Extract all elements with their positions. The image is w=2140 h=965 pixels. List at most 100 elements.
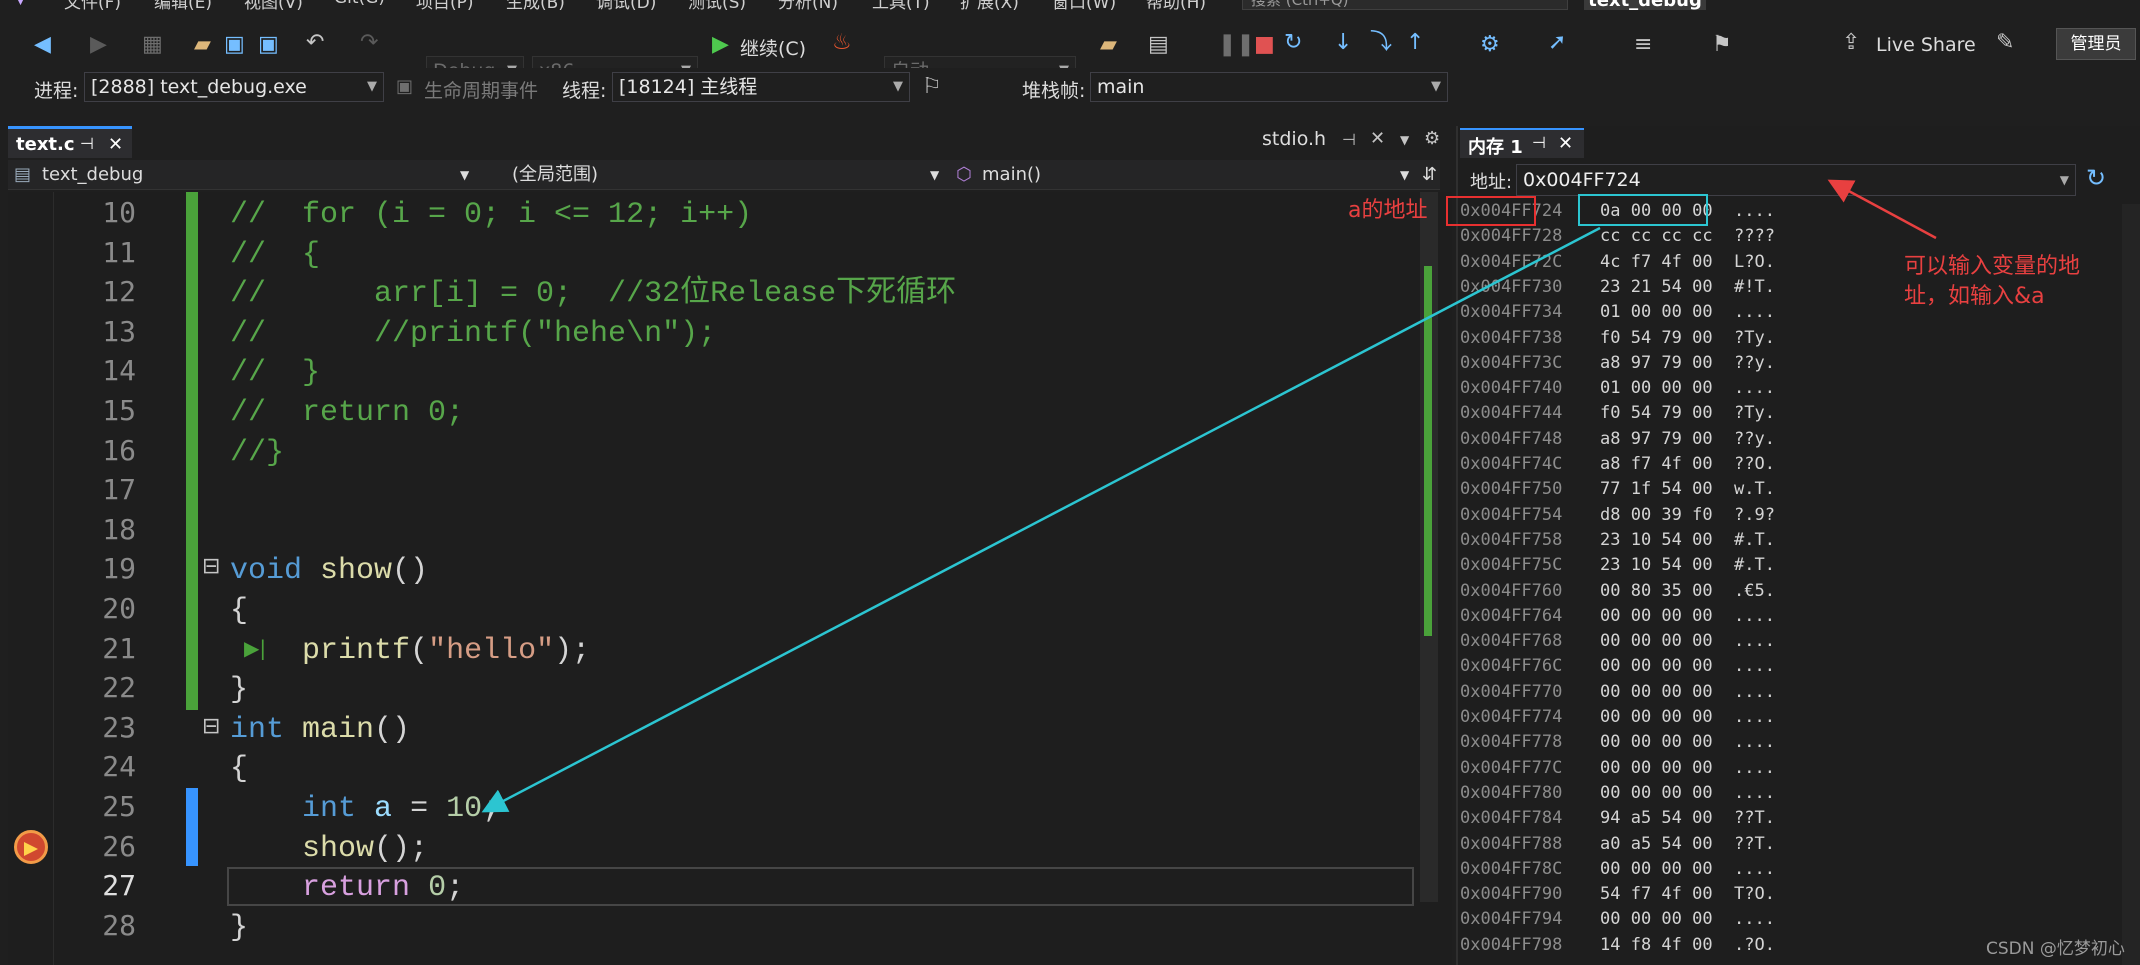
memory-hex[interactable]: 23 10 54 00 xyxy=(1600,528,1730,553)
memory-row[interactable]: 0x004FF76C 00 00 00 00.... xyxy=(1460,654,1775,679)
menu-item-file[interactable]: 文件(F) xyxy=(64,0,121,10)
chevron-down-icon[interactable]: ▼ xyxy=(1400,134,1409,146)
menu-item-edit[interactable]: 编辑(E) xyxy=(154,0,212,10)
menu-item-debug[interactable]: 调试(D) xyxy=(596,0,656,10)
continue-icon[interactable]: ▶ xyxy=(712,34,729,56)
memory-row[interactable]: 0x004FF778 00 00 00 00.... xyxy=(1460,730,1775,755)
chevron-down-icon[interactable]: ▼ xyxy=(2060,165,2069,195)
memory-row[interactable]: 0x004FF770 00 00 00 00.... xyxy=(1460,680,1775,705)
memory-row[interactable]: 0x004FF754 d8 00 39 f0 ?.9? xyxy=(1460,503,1775,528)
tab-memory-1[interactable]: 内存 1 ⊣ ✕ xyxy=(1460,128,1584,158)
memory-row[interactable]: 0x004FF780 00 00 00 00.... xyxy=(1460,781,1775,806)
lifecycle-events-button[interactable]: 生命周期事件 xyxy=(424,76,538,103)
live-share-button[interactable]: Live Share xyxy=(1876,34,1976,56)
memory-scrollbar[interactable] xyxy=(2122,204,2140,965)
memory-hex[interactable]: 00 00 00 00 xyxy=(1600,654,1730,679)
memory-hex[interactable]: a8 97 79 00 xyxy=(1600,351,1730,376)
pin-icon[interactable]: ⊣ xyxy=(1342,132,1356,148)
memory-hex[interactable]: a0 a5 54 00 xyxy=(1600,832,1730,857)
share-icon[interactable]: ⇪ xyxy=(1842,32,1860,54)
menu-item-build[interactable]: 生成(B) xyxy=(506,0,565,10)
memory-row[interactable]: 0x004FF734 01 00 00 00.... xyxy=(1460,300,1775,325)
open-folder-icon[interactable]: ▰ xyxy=(194,34,211,56)
address-input[interactable]: 0x004FF724 ▼ xyxy=(1516,164,2076,196)
memory-row[interactable]: 0x004FF78C 00 00 00 00.... xyxy=(1460,857,1775,882)
collapse-show-icon[interactable]: ⊟ xyxy=(202,556,220,578)
memory-hex[interactable]: 23 21 54 00 xyxy=(1600,275,1730,300)
nav-scope-select[interactable]: (全局范围) xyxy=(512,160,598,190)
memory-row[interactable]: 0x004FF764 00 00 00 00.... xyxy=(1460,604,1775,629)
memory-hex[interactable]: 00 00 00 00 xyxy=(1600,756,1730,781)
back-icon[interactable]: ◀ xyxy=(34,34,51,56)
hot-reload-icon[interactable]: ♨ xyxy=(832,32,852,54)
memory-hex[interactable]: cc cc cc cc xyxy=(1600,224,1730,249)
memory-hex[interactable]: 54 f7 4f 00 xyxy=(1600,882,1730,907)
memory-hex[interactable]: f0 54 79 00 xyxy=(1600,326,1730,351)
memory-row[interactable]: 0x004FF73C a8 97 79 00 ??y. xyxy=(1460,351,1775,376)
memory-row[interactable]: 0x004FF730 23 21 54 00 #!T. xyxy=(1460,275,1775,300)
new-project-icon[interactable]: ▦ xyxy=(142,34,163,56)
menu-item-view[interactable]: 视图(V) xyxy=(244,0,303,10)
chevron-down-icon[interactable]: ▼ xyxy=(460,160,469,190)
tab-text-c[interactable]: text.c ⊣ ✕ xyxy=(8,126,132,158)
refresh-icon[interactable]: ↻ xyxy=(2086,166,2106,190)
memory-hex[interactable]: f0 54 79 00 xyxy=(1600,401,1730,426)
memory-row[interactable]: 0x004FF794 00 00 00 00.... xyxy=(1460,907,1775,932)
close-icon[interactable]: ✕ xyxy=(108,134,123,155)
memory-row[interactable]: 0x004FF784 94 a5 54 00 ??T. xyxy=(1460,806,1775,831)
memory-row[interactable]: 0x004FF748 a8 97 79 00 ??y. xyxy=(1460,427,1775,452)
menu-item-tools[interactable]: 工具(T) xyxy=(872,0,930,10)
nav-project-select[interactable]: text_debug xyxy=(42,160,143,190)
memory-row[interactable]: 0x004FF72C 4c f7 4f 00 L?O. xyxy=(1460,250,1775,275)
undo-icon[interactable]: ↶ xyxy=(306,32,324,54)
layout-icon[interactable]: ▤ xyxy=(1148,34,1169,56)
step-into-icon[interactable]: ↓ xyxy=(1334,32,1352,54)
chevron-down-icon[interactable]: ▼ xyxy=(1400,160,1409,190)
stackframe-select[interactable]: main ▼ xyxy=(1090,72,1448,102)
memory-hex[interactable]: 00 00 00 00 xyxy=(1600,680,1730,705)
feedback-icon[interactable]: ✎ xyxy=(1996,32,2014,54)
redo-icon[interactable]: ↷ xyxy=(360,32,378,54)
memory-row[interactable]: 0x004FF774 00 00 00 00.... xyxy=(1460,705,1775,730)
memory-row[interactable]: 0x004FF74C a8 f7 4f 00 ??O. xyxy=(1460,452,1775,477)
nav-function-select[interactable]: main() xyxy=(982,160,1041,190)
memory-row[interactable]: 0x004FF750 77 1f 54 00 w.T. xyxy=(1460,477,1775,502)
process-select[interactable]: [2888] text_debug.exe ▼ xyxy=(84,72,384,102)
memory-hex[interactable]: 00 00 00 00 xyxy=(1600,705,1730,730)
save-icon[interactable]: ▣ xyxy=(224,34,245,56)
tab-stdio-h[interactable]: stdio.h xyxy=(1262,128,1326,150)
breakpoint-filter-icon[interactable]: ⚙ xyxy=(1480,34,1500,56)
menu-item-extensions[interactable]: 扩展(X) xyxy=(960,0,1019,10)
menu-item-project[interactable]: 项目(P) xyxy=(416,0,474,10)
memory-row[interactable]: 0x004FF758 23 10 54 00 #.T. xyxy=(1460,528,1775,553)
pause-icon[interactable]: ❚❚ xyxy=(1218,34,1255,56)
close-icon[interactable]: ✕ xyxy=(1370,130,1385,148)
memory-hex[interactable]: a8 97 79 00 xyxy=(1600,427,1730,452)
menu-item-help[interactable]: 帮助(H) xyxy=(1146,0,1206,10)
memory-hex[interactable]: a8 f7 4f 00 xyxy=(1600,452,1730,477)
memory-hex[interactable]: 00 00 00 00 xyxy=(1600,857,1730,882)
memory-hex[interactable]: 4c f7 4f 00 xyxy=(1600,250,1730,275)
browse-folder-icon[interactable]: ▰ xyxy=(1100,34,1117,56)
continue-button[interactable]: 继续(C) xyxy=(740,34,806,61)
memory-hex[interactable]: 94 a5 54 00 xyxy=(1600,806,1730,831)
memory-hex[interactable]: 00 00 00 00 xyxy=(1600,781,1730,806)
forward-icon[interactable]: ▶ xyxy=(90,34,107,56)
split-icon[interactable]: ⇵ xyxy=(1422,160,1437,190)
bookmark-icon[interactable]: ⚑ xyxy=(1712,34,1732,56)
indent-icon[interactable]: ≡ xyxy=(1634,34,1652,56)
editor-scrollbar-thumb[interactable] xyxy=(1424,266,1432,636)
memory-hex[interactable]: 14 f8 4f 00 xyxy=(1600,933,1730,958)
menu-item-git[interactable]: Git(G) xyxy=(334,0,385,8)
restart-icon[interactable]: ↻ xyxy=(1284,32,1302,54)
memory-hex[interactable]: 23 10 54 00 xyxy=(1600,553,1730,578)
step-out-icon[interactable]: ↑ xyxy=(1406,32,1424,54)
thread-select[interactable]: [18124] 主线程 ▼ xyxy=(612,72,910,102)
memory-row[interactable]: 0x004FF77C 00 00 00 00.... xyxy=(1460,756,1775,781)
memory-row[interactable]: 0x004FF728 cc cc cc cc???? xyxy=(1460,224,1775,249)
memory-hex[interactable]: 00 00 00 00 xyxy=(1600,730,1730,755)
pin-icon[interactable]: ⊣ xyxy=(80,134,94,153)
memory-row[interactable]: 0x004FF788 a0 a5 54 00 ??T. xyxy=(1460,832,1775,857)
step-over-icon[interactable]: ⤵ xyxy=(1370,32,1392,54)
menu-item-window[interactable]: 窗口(W) xyxy=(1052,0,1116,10)
